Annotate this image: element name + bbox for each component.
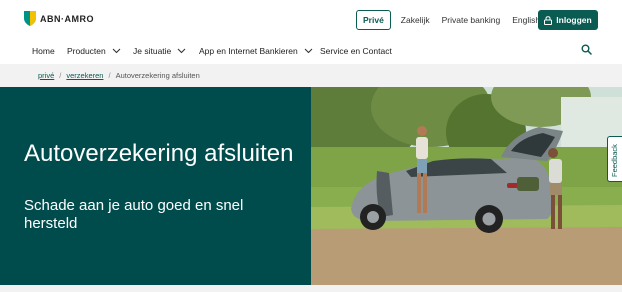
top-bar: ABN·AMRO Privé Zakelijk Private banking …	[0, 0, 622, 38]
hero-banner: Autoverzekering afsluiten Schade aan je …	[0, 87, 622, 285]
nav-app-label: App en Internet Bankieren	[199, 46, 298, 56]
chevron-down-icon	[177, 48, 186, 54]
nav-je-situatie[interactable]: Je situatie	[133, 46, 186, 56]
breadcrumb-separator: /	[108, 71, 111, 80]
lock-icon	[544, 15, 553, 25]
nav-home-label: Home	[32, 46, 55, 56]
breadcrumb: privé / verzekeren / Autoverzekering afs…	[38, 71, 200, 80]
feedback-label: Feedback	[610, 144, 619, 177]
feedback-tab[interactable]: Feedback	[607, 136, 622, 182]
abn-amro-logo[interactable]: ABN·AMRO	[24, 11, 94, 26]
page-title: Autoverzekering afsluiten	[24, 140, 294, 167]
breadcrumb-bar: privé / verzekeren / Autoverzekering afs…	[0, 64, 622, 87]
breadcrumb-verzekeren[interactable]: verzekeren	[66, 71, 103, 80]
segment-private-banking[interactable]: Private banking	[442, 15, 501, 25]
search-icon[interactable]	[581, 44, 592, 55]
breadcrumb-separator: /	[59, 71, 62, 80]
segment-zakelijk[interactable]: Zakelijk	[401, 15, 430, 25]
main-nav: Home Producten Je situatie App en Intern…	[0, 38, 622, 64]
nav-producten[interactable]: Producten	[67, 46, 121, 56]
segment-english[interactable]: English	[512, 15, 540, 25]
nav-app-internet-bankieren[interactable]: App en Internet Bankieren	[199, 46, 313, 56]
brand-name: ABN·AMRO	[40, 13, 94, 24]
shield-logo-icon	[24, 11, 36, 26]
segment-nav: Privé Zakelijk Private banking English	[356, 10, 552, 30]
breadcrumb-current: Autoverzekering afsluiten	[115, 71, 200, 80]
breadcrumb-prive[interactable]: privé	[38, 71, 54, 80]
hero-text-panel: Autoverzekering afsluiten Schade aan je …	[0, 87, 311, 285]
nav-producten-label: Producten	[67, 46, 106, 56]
nav-service-label: Service en Contact	[320, 46, 392, 56]
hero-photo	[311, 87, 622, 285]
login-label: Inloggen	[556, 15, 592, 25]
page-bottom-strip	[0, 285, 622, 292]
segment-prive[interactable]: Privé	[356, 10, 391, 30]
nav-service-contact[interactable]: Service en Contact	[320, 46, 392, 56]
chevron-down-icon	[304, 48, 313, 54]
nav-je-situatie-label: Je situatie	[133, 46, 172, 56]
chevron-down-icon	[112, 48, 121, 54]
nav-home[interactable]: Home	[32, 46, 55, 56]
hero-subtitle: Schade aan je auto goed en snel hersteld	[24, 197, 244, 232]
car-scene-illustration	[311, 87, 622, 285]
login-button[interactable]: Inloggen	[538, 10, 598, 30]
